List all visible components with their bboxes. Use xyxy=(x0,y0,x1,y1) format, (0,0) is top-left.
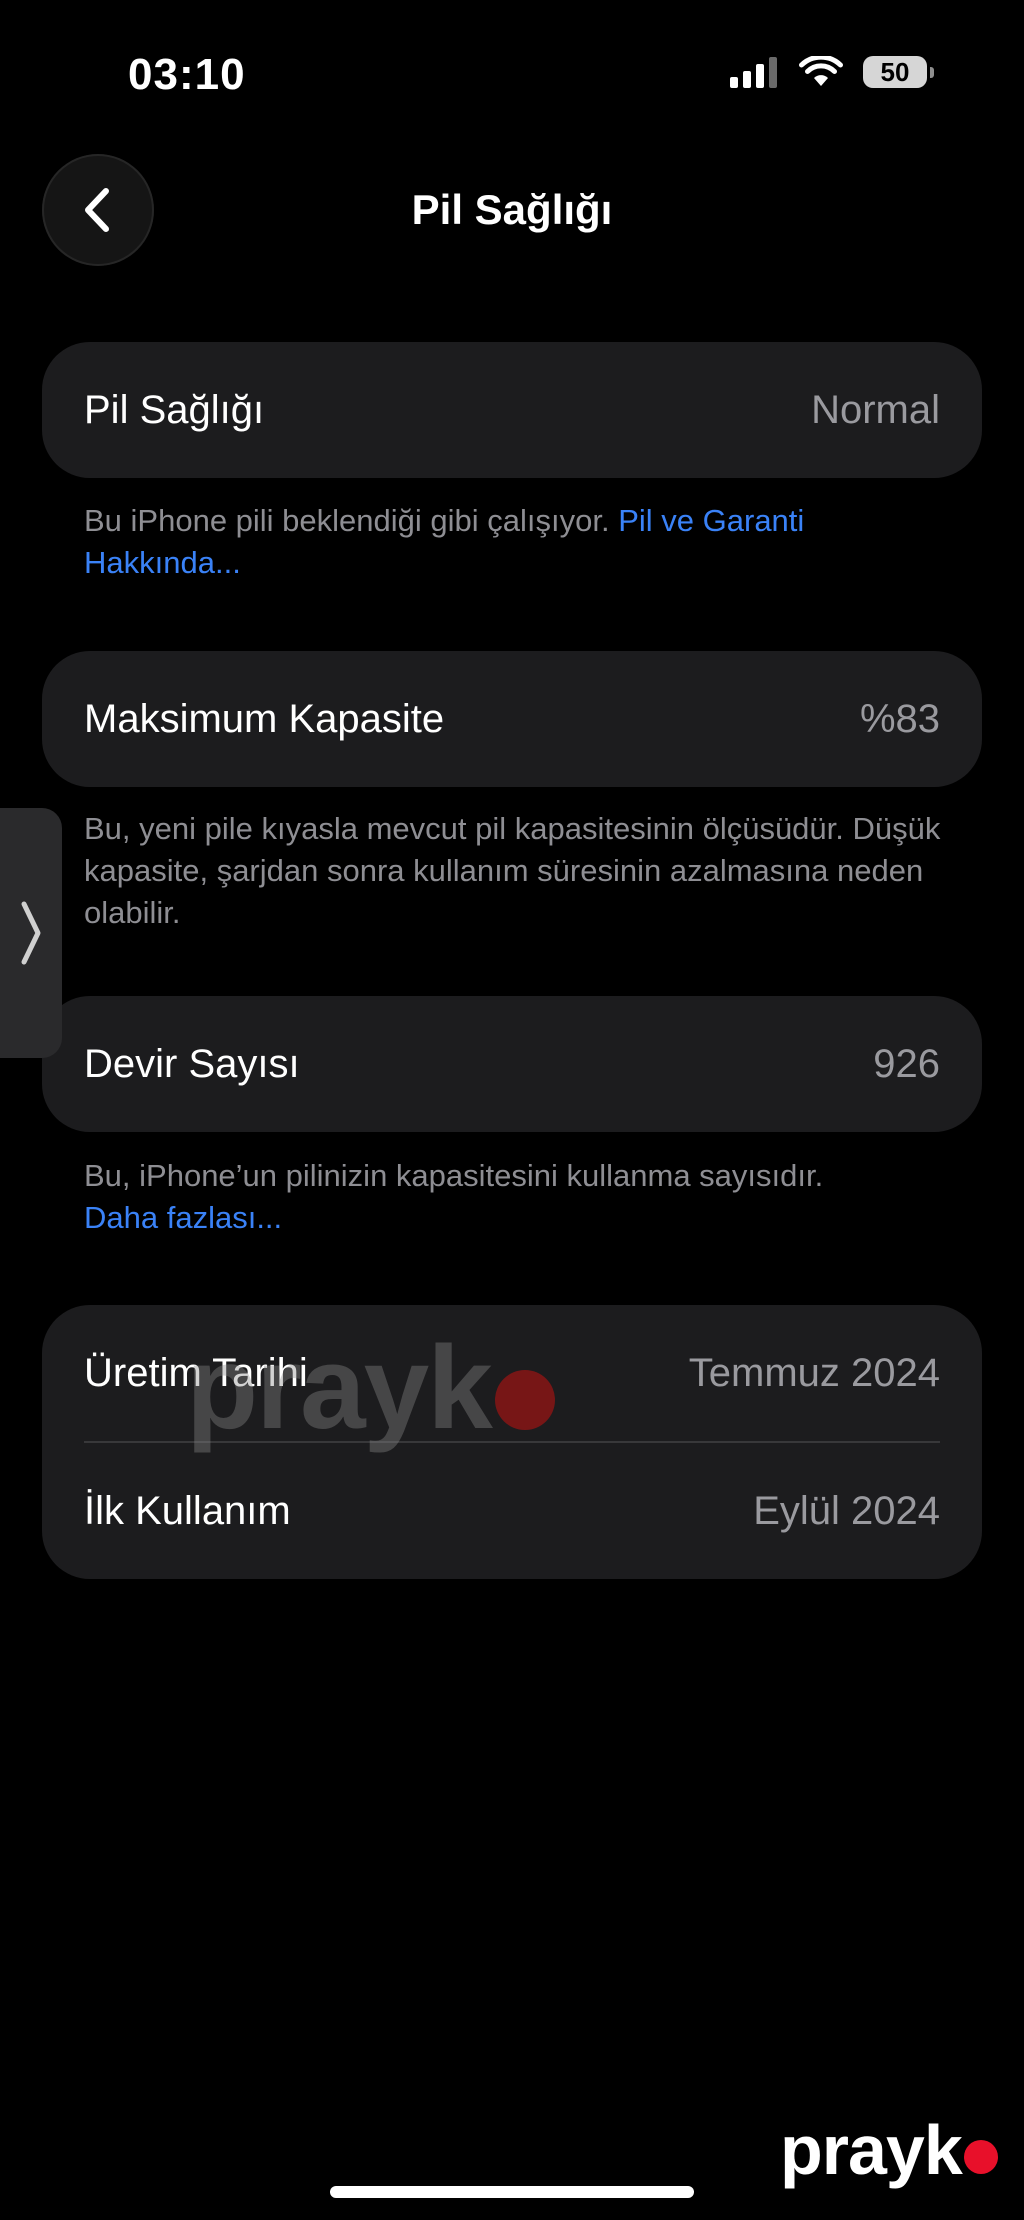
watermark-dot xyxy=(494,1370,555,1430)
watermark-text: prayk xyxy=(186,1322,493,1454)
max-capacity-value: %83 xyxy=(859,696,940,741)
page-title: Pil Sağlığı xyxy=(411,186,613,233)
max-capacity-label: Maksimum Kapasite xyxy=(84,696,445,741)
battery-icon: 50 xyxy=(863,56,934,88)
battery-health-label: Pil Sağlığı xyxy=(84,387,265,432)
watermark-corner-logo: prayk xyxy=(780,2110,998,2190)
cycle-count-value: 926 xyxy=(873,1041,940,1086)
first-use-value: Eylül 2024 xyxy=(753,1488,940,1533)
chevron-right-icon xyxy=(21,901,41,965)
max-capacity-card: Maksimum Kapasite %83 xyxy=(42,651,982,787)
battery-health-row: Pil Sağlığı Normal xyxy=(42,342,982,478)
battery-health-footnote: Bu iPhone pili beklendiği gibi çalışıyor… xyxy=(84,500,944,584)
watermark-corner-text: prayk xyxy=(780,2111,963,2189)
side-panel-handle[interactable] xyxy=(0,808,62,1058)
first-use-row: İlk Kullanım Eylül 2024 xyxy=(42,1443,982,1579)
cycle-count-label: Devir Sayısı xyxy=(84,1041,300,1086)
cycle-count-footnote-text: Bu, iPhone’un pilinizin kapasitesini kul… xyxy=(84,1158,824,1193)
manufacture-date-value: Temmuz 2024 xyxy=(688,1350,940,1395)
watermark-center: prayk xyxy=(186,1320,555,1456)
cycle-count-row: Devir Sayısı 926 xyxy=(42,996,982,1132)
max-capacity-row: Maksimum Kapasite %83 xyxy=(42,651,982,787)
more-info-link[interactable]: Daha fazlası... xyxy=(84,1200,282,1235)
status-icons: 50 xyxy=(730,56,934,88)
battery-health-card: Pil Sağlığı Normal xyxy=(42,342,982,478)
cellular-signal-icon xyxy=(730,56,777,88)
first-use-label: İlk Kullanım xyxy=(84,1488,291,1533)
watermark-corner-dot xyxy=(963,2140,998,2174)
battery-health-value: Normal xyxy=(811,387,940,432)
status-bar: 03:10 50 xyxy=(0,0,1024,150)
cycle-count-card: Devir Sayısı 926 xyxy=(42,996,982,1132)
cycle-count-footnote: Bu, iPhone’un pilinizin kapasitesini kul… xyxy=(84,1155,944,1239)
battery-health-footnote-text: Bu iPhone pili beklendiği gibi çalışıyor… xyxy=(84,503,619,538)
max-capacity-footnote: Bu, yeni pile kıyasla mevcut pil kapasit… xyxy=(84,811,941,930)
battery-level: 50 xyxy=(880,56,910,87)
wifi-icon xyxy=(799,56,843,86)
home-indicator[interactable] xyxy=(330,2186,694,2198)
status-time: 03:10 xyxy=(128,50,246,99)
